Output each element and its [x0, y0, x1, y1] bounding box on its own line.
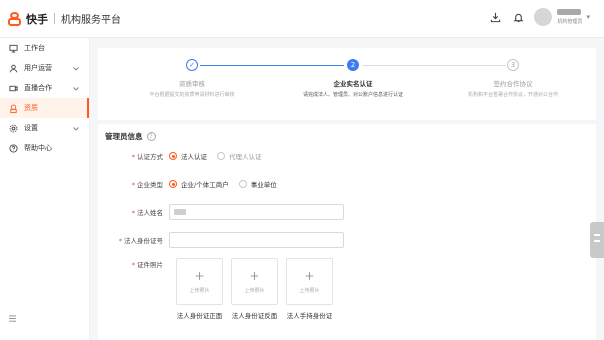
sidebar-item-label: 帮助中心 [24, 144, 52, 152]
main-content: ✓ 资质审核 平台根据提交的资质申请材料进行审核 2 企业实名认证 请完成法人、… [90, 38, 604, 340]
sidebar-item-settings[interactable]: 设置 [0, 118, 89, 138]
live-icon [8, 83, 18, 93]
sidebar-item-live[interactable]: 直播合作 [0, 78, 89, 98]
section-title: 管理员信息 ? [105, 131, 156, 142]
upload-group: + 上传照片 法人身份证正面 + 上传照片 法人身份证反面 + 上传照片 法人手… [176, 258, 341, 320]
upload-caption: 法人手持身份证 [286, 312, 333, 320]
avatar[interactable] [534, 8, 553, 26]
company-type-row: * 企业类型 企业/个体工商户 事业单位 [98, 179, 287, 189]
step-qualification-review: ✓ 资质审核 平台根据提交的资质申请材料进行审核 [132, 59, 252, 99]
auth-method-row: * 认证方式 法人认证 代理人认证 [98, 151, 272, 161]
kuaishou-logo-icon [8, 11, 22, 26]
sidebar-item-label: 资质 [24, 104, 38, 112]
floating-service-tab[interactable] [590, 222, 604, 258]
upload-box[interactable]: + 上传照片 [286, 258, 333, 305]
brand-name: 快手 [26, 12, 48, 26]
steps-card: ✓ 资质审核 平台根据提交的资质申请材料进行审核 2 企业实名认证 请完成法人、… [98, 48, 596, 120]
plus-icon: + [194, 268, 205, 283]
field-label: * 企业类型 [131, 181, 163, 189]
sidebar-item-label: 直播合作 [24, 84, 52, 92]
sidebar-item-user-ops[interactable]: 用户运营 [0, 58, 89, 78]
chevron-down-icon [73, 65, 79, 73]
plus-icon: + [249, 268, 260, 283]
radio-public-institution[interactable]: 事业单位 [238, 179, 277, 189]
step-sign-agreement: 3 签约合作协议 机构和平台签署合作协议，开通对公合作 [453, 59, 573, 99]
sidebar-item-help[interactable]: 帮助中心 [0, 138, 89, 158]
bell-icon[interactable] [511, 10, 525, 24]
sidebar-item-label: 设置 [24, 124, 38, 132]
question-icon[interactable]: ? [146, 132, 156, 141]
badge-icon [8, 103, 18, 113]
users-icon [8, 63, 18, 73]
admin-info-form: 管理员信息 ? * 认证方式 法人认证 代理人认证 * 企业类型 企业/个体工商户 … [98, 124, 596, 340]
step-title: 资质审核 [179, 80, 205, 88]
radio-enterprise[interactable]: 企业/个体工商户 [169, 179, 229, 189]
gear-icon [8, 123, 18, 133]
radio-checked-icon [169, 180, 177, 188]
step-desc: 请完成法人、管理员、对公账户信息进行认证 [302, 92, 403, 98]
upload-text: 上传照片 [189, 287, 210, 294]
field-label: * 法人姓名 [131, 209, 163, 217]
upload-caption: 法人身份证正面 [176, 312, 223, 320]
upload-caption: 法人身份证反面 [231, 312, 278, 320]
section-title-text: 管理员信息 [105, 132, 143, 141]
radio-agent[interactable]: 代理人认证 [217, 151, 262, 161]
upload-text: 上传照片 [244, 287, 265, 294]
legal-id-row: * 法人身份证号 [98, 232, 344, 248]
chevron-down-icon [73, 85, 79, 93]
step-number: 2 [347, 59, 359, 71]
check-icon: ✓ [186, 59, 198, 71]
upload-box[interactable]: + 上传照片 [176, 258, 223, 305]
logo[interactable]: 快手 机构服务平台 [8, 11, 121, 27]
field-label: * 认证方式 [131, 153, 163, 161]
step-enterprise-verification: 2 企业实名认证 请完成法人、管理员、对公账户信息进行认证 [293, 59, 413, 99]
sidebar-item-label: 工作台 [24, 44, 45, 52]
user-name-masked [557, 9, 582, 15]
documents-row: * 证件照片 [98, 259, 169, 269]
top-bar: 快手 机构服务平台 机构管理员 ▾ [0, 0, 604, 38]
legal-name-input[interactable] [169, 204, 344, 220]
top-right-tools: 机构管理员 ▾ [488, 8, 590, 26]
chevron-down-icon [73, 125, 79, 133]
step-title: 签约合作协议 [493, 80, 533, 88]
radio-checked-icon [169, 152, 177, 160]
help-icon [8, 143, 18, 153]
step-title: 企业实名认证 [333, 80, 373, 88]
radio-unchecked-icon [217, 152, 225, 160]
legal-name-row: * 法人姓名 [98, 204, 344, 220]
radio-unchecked-icon [238, 180, 247, 188]
upload-id-back: + 上传照片 法人身份证反面 [231, 258, 278, 320]
chevron-down-icon[interactable]: ▾ [586, 13, 590, 21]
field-label: * 证件照片 [131, 261, 163, 269]
user-role: 机构管理员 [557, 19, 583, 25]
plus-icon: + [304, 268, 315, 283]
sidebar-item-qualification[interactable]: 资质 [0, 98, 89, 118]
collapse-menu-icon[interactable] [8, 307, 17, 326]
sidebar: 工作台 用户运营 直播合作 资质 设置 帮助中心 [0, 38, 90, 340]
user-info[interactable]: 机构管理员 [557, 9, 582, 25]
masked-value [174, 209, 186, 215]
logo-divider [54, 13, 55, 24]
sidebar-item-label: 用户运营 [24, 64, 52, 72]
upload-text: 上传照片 [299, 287, 320, 294]
legal-id-input[interactable] [169, 232, 344, 248]
radio-legal-person[interactable]: 法人认证 [169, 151, 207, 161]
platform-name: 机构服务平台 [61, 15, 121, 26]
field-label: * 法人身份证号 [118, 237, 163, 245]
monitor-icon [8, 43, 18, 53]
upload-box[interactable]: + 上传照片 [231, 258, 278, 305]
upload-id-front: + 上传照片 法人身份证正面 [176, 258, 223, 320]
sidebar-item-workbench[interactable]: 工作台 [0, 38, 89, 58]
download-icon[interactable] [488, 10, 502, 24]
step-number: 3 [507, 59, 519, 71]
step-desc: 机构和平台签署合作协议，开通对公合作 [467, 92, 558, 98]
step-desc: 平台根据提交的资质申请材料进行审核 [149, 92, 235, 98]
upload-id-handheld: + 上传照片 法人手持身份证 [286, 258, 333, 320]
